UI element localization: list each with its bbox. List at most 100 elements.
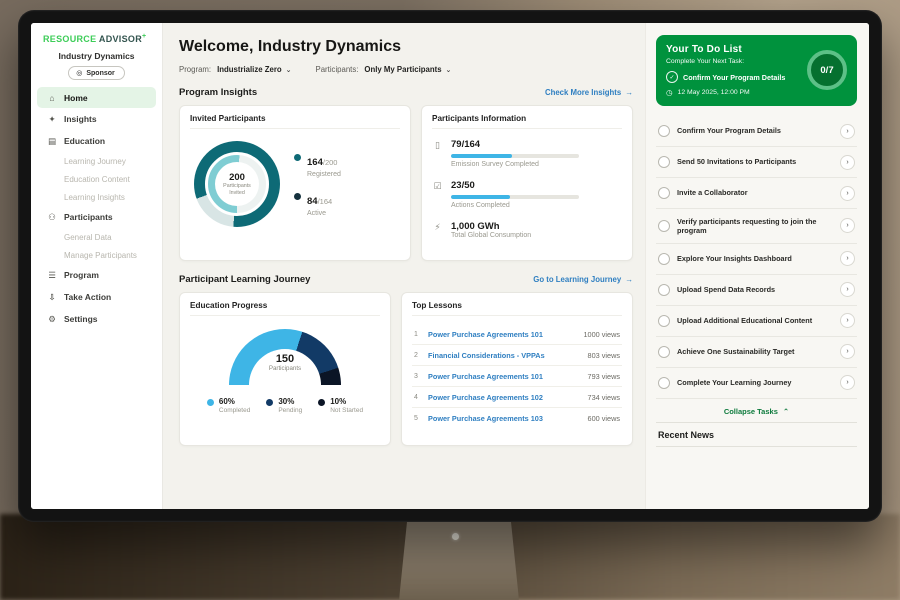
checkbox-icon[interactable] xyxy=(658,284,670,296)
filters-bar: Program: Industrialize Zero ⌄ Participan… xyxy=(179,65,633,74)
chevron-right-icon[interactable]: › xyxy=(840,155,855,170)
sidebar-item-education[interactable]: ▤ Education xyxy=(37,130,156,152)
task-row-send-invitations[interactable]: Send 50 Invitations to Participants › xyxy=(656,147,857,178)
lesson-link[interactable]: Power Purchase Agreements 101 xyxy=(428,330,577,339)
lesson-row: 3 Power Purchase Agreements 101 793 view… xyxy=(412,366,622,387)
chevron-right-icon[interactable]: › xyxy=(840,313,855,328)
task-row-explore-insights[interactable]: Explore Your Insights Dashboard › xyxy=(656,244,857,275)
checkbox-icon[interactable] xyxy=(658,377,670,389)
invited-total-label: Participants Invited xyxy=(220,183,254,197)
participants-select-value: Only My Participants xyxy=(364,65,441,74)
lesson-views: 1000 views xyxy=(583,330,620,339)
invited-total: 200 xyxy=(229,172,245,183)
home-icon: ⌂ xyxy=(47,93,57,103)
sidebar-item-program[interactable]: ☰ Program xyxy=(37,264,156,286)
checkbox-icon[interactable] xyxy=(658,220,670,232)
progress-bar-fill xyxy=(451,195,510,199)
task-label: Send 50 Invitations to Participants xyxy=(677,157,833,166)
top-lessons-list: 1 Power Purchase Agreements 101 1000 vie… xyxy=(412,324,622,428)
sidebar-item-label: Education Content xyxy=(64,175,130,184)
lesson-link[interactable]: Financial Considerations - VPPAs xyxy=(428,351,582,360)
task-row-upload-spend-data[interactable]: Upload Spend Data Records › xyxy=(656,275,857,306)
lesson-row: 4 Power Purchase Agreements 102 734 view… xyxy=(412,387,622,408)
monitor-frame: RESOURCE ADVISOR+ Industry Dynamics ◎ Sp… xyxy=(18,10,882,522)
checkbox-icon[interactable] xyxy=(658,156,670,168)
education-gauge-text: 150 Participants xyxy=(229,353,341,372)
top-lessons-card: Top Lessons 1 Power Purchase Agreements … xyxy=(401,292,633,446)
sidebar-item-home[interactable]: ⌂ Home xyxy=(37,87,156,108)
actions-icon: ☑ xyxy=(432,181,443,209)
arrow-right-icon: → xyxy=(625,275,633,284)
not-started-label: Not Started xyxy=(330,407,363,414)
program-icon: ☰ xyxy=(47,270,57,281)
sidebar-item-participants[interactable]: ⚇ Participants xyxy=(37,206,156,228)
sidebar-item-label: Take Action xyxy=(64,292,111,302)
chevron-right-icon[interactable]: › xyxy=(840,375,855,390)
lesson-link[interactable]: Power Purchase Agreements 101 xyxy=(428,372,582,381)
sidebar-item-label: Home xyxy=(64,93,88,103)
participants-select[interactable]: Only My Participants ⌄ xyxy=(364,65,451,74)
lesson-link[interactable]: Power Purchase Agreements 102 xyxy=(428,393,582,402)
lesson-rank: 1 xyxy=(414,331,422,338)
collapse-tasks-button[interactable]: Collapse Tasks ⌃ xyxy=(656,399,857,422)
checkbox-icon[interactable] xyxy=(658,346,670,358)
education-icon: ▤ xyxy=(47,136,57,147)
sidebar-item-label: Learning Insights xyxy=(64,193,125,202)
task-row-upload-educational-content[interactable]: Upload Additional Educational Content › xyxy=(656,306,857,337)
chevron-right-icon[interactable]: › xyxy=(840,251,855,266)
sidebar-item-education-content[interactable]: Education Content xyxy=(37,170,156,188)
chevron-right-icon[interactable]: › xyxy=(840,218,855,233)
task-row-achieve-sustainability-target[interactable]: Achieve One Sustainability Target › xyxy=(656,337,857,368)
active-label: Active xyxy=(307,210,332,217)
lesson-rank: 5 xyxy=(414,415,422,422)
checkbox-icon[interactable] xyxy=(658,315,670,327)
participants-icon: ⚇ xyxy=(47,212,57,223)
sidebar-item-manage-participants[interactable]: Manage Participants xyxy=(37,246,156,264)
sidebar-item-learning-insights[interactable]: Learning Insights xyxy=(37,188,156,206)
sidebar-item-label: General Data xyxy=(64,233,112,242)
sidebar-item-learning-journey[interactable]: Learning Journey xyxy=(37,152,156,170)
logo-text-advisor: ADVISOR xyxy=(96,34,142,44)
invited-donut-wrap: 200 Participants Invited 164/200 xyxy=(190,137,400,227)
organization-name: Industry Dynamics xyxy=(31,51,162,61)
sidebar-item-take-action[interactable]: ⇩ Take Action xyxy=(37,286,156,308)
chevron-right-icon[interactable]: › xyxy=(840,124,855,139)
education-gauge: 150 Participants xyxy=(229,329,341,386)
chevron-right-icon[interactable]: › xyxy=(840,282,855,297)
sidebar-item-label: Manage Participants xyxy=(64,251,137,260)
monitor-stand xyxy=(399,518,519,600)
todo-next-due: ◷ 12 May 2025, 12:00 PM xyxy=(666,88,847,97)
card-title: Top Lessons xyxy=(412,301,622,316)
not-started-dot-icon xyxy=(318,399,325,406)
go-to-learning-journey-link[interactable]: Go to Learning Journey → xyxy=(533,275,633,284)
checkbox-icon[interactable] xyxy=(658,253,670,265)
sidebar-item-insights[interactable]: ✦ Insights xyxy=(37,108,156,130)
task-row-invite-collaborator[interactable]: Invite a Collaborator › xyxy=(656,178,857,209)
program-select[interactable]: Industrialize Zero ⌄ xyxy=(217,65,291,74)
education-gauge-legend: 60% Completed 30% Pending xyxy=(207,397,363,414)
task-label: Achieve One Sustainability Target xyxy=(677,347,833,356)
task-row-confirm-program-details[interactable]: Confirm Your Program Details › xyxy=(656,116,857,147)
check-more-insights-link[interactable]: Check More Insights → xyxy=(545,88,633,97)
insights-icon: ✦ xyxy=(47,114,57,125)
sidebar-item-label: Settings xyxy=(64,314,98,324)
check-icon: ✓ xyxy=(666,71,678,83)
completed-label: Completed xyxy=(219,407,250,414)
sidebar-item-general-data[interactable]: General Data xyxy=(37,228,156,246)
resource-advisor-logo: RESOURCE ADVISOR+ xyxy=(31,33,162,49)
task-row-complete-learning-journey[interactable]: Complete Your Learning Journey › xyxy=(656,368,857,399)
sidebar: RESOURCE ADVISOR+ Industry Dynamics ◎ Sp… xyxy=(31,23,163,509)
collapse-tasks-label: Collapse Tasks xyxy=(724,407,778,416)
chevron-right-icon[interactable]: › xyxy=(840,344,855,359)
registered-value: 164 xyxy=(307,157,323,168)
todo-summary-card: Your To Do List Complete Your Next Task:… xyxy=(656,35,857,106)
checkbox-icon[interactable] xyxy=(658,125,670,137)
chevron-right-icon[interactable]: › xyxy=(840,186,855,201)
stat-value: 79/164 xyxy=(451,139,579,150)
task-row-verify-participants[interactable]: Verify participants requesting to join t… xyxy=(656,209,857,244)
sidebar-item-label: Learning Journey xyxy=(64,157,126,166)
sponsor-badge[interactable]: ◎ Sponsor xyxy=(68,66,125,80)
checkbox-icon[interactable] xyxy=(658,187,670,199)
lesson-link[interactable]: Power Purchase Agreements 103 xyxy=(428,414,582,423)
sidebar-item-settings[interactable]: ⚙ Settings xyxy=(37,308,156,330)
